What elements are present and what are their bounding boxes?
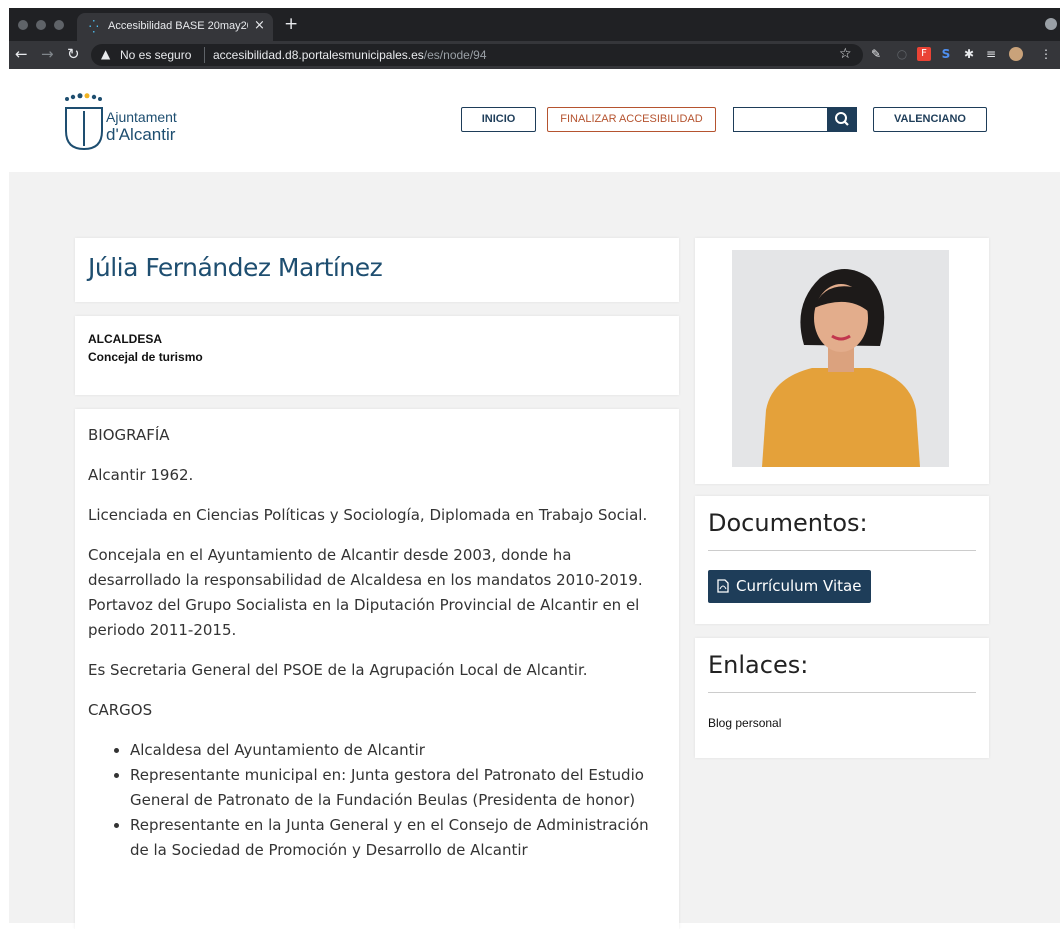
name-card: Júlia Fernández Martínez — [75, 238, 679, 302]
divider — [708, 550, 976, 551]
curriculum-vitae-button[interactable]: Currículum Vitae — [708, 570, 871, 603]
list-item: Representante municipal en: Junta gestor… — [130, 763, 658, 813]
inicio-button[interactable]: INICIO — [461, 107, 536, 132]
close-window-button[interactable] — [18, 20, 28, 30]
biography-heading: BIOGRAFÍA — [88, 426, 170, 444]
role-card: ALCALDESA Concejal de turismo — [75, 316, 679, 395]
documents-card: Documentos: Currículum Vitae — [695, 496, 989, 624]
warning-icon[interactable]: ▲ — [101, 47, 110, 61]
page-title: Júlia Fernández Martínez — [88, 253, 383, 282]
list-item: Representante en la Junta General y en e… — [130, 813, 658, 863]
flag-extension-icon[interactable]: F — [917, 47, 931, 61]
logo-line-1: Ajuntament — [106, 109, 177, 125]
biography-paragraph: Licenciada en Ciencias Políticas y Socio… — [88, 506, 648, 524]
biography-body: BIOGRAFÍA Alcantir 1962. Licenciada en C… — [88, 423, 658, 863]
avatar[interactable] — [1009, 47, 1023, 61]
reload-icon[interactable]: ↻ — [67, 45, 80, 63]
tab-bar: ⁛ Accesibilidad BASE 20may202 × + — [9, 8, 1060, 41]
url-text[interactable]: accesibilidad.d8.portalesmunicipales.es/… — [213, 48, 487, 62]
main-content: Júlia Fernández Martínez ALCALDESA Conce… — [9, 172, 1060, 929]
biography-paragraph: Concejala en el Ayuntamiento de Alcantir… — [88, 546, 643, 639]
cargos-list: Alcaldesa del Ayuntamiento de Alcantir R… — [88, 738, 658, 863]
menu-icon[interactable]: ⋮ — [1039, 47, 1053, 61]
role-text: ALCALDESA — [88, 332, 162, 346]
puzzle-extension-icon[interactable]: ✱ — [962, 47, 976, 61]
window-frame — [0, 0, 1060, 8]
links-card: Enlaces: Blog personal — [695, 638, 989, 758]
logo-line-2: d'Alcantir — [106, 125, 176, 144]
favicon-icon: ⁛ — [89, 20, 99, 34]
biography-paragraph: Es Secretaria General del PSOE de la Agr… — [88, 661, 588, 679]
tab-title: Accesibilidad BASE 20may202 — [108, 20, 248, 32]
position-text: Concejal de turismo — [88, 350, 203, 364]
pen-extension-icon[interactable]: ✎ — [869, 47, 883, 61]
s-extension-icon[interactable]: S — [939, 47, 953, 61]
address-divider — [204, 47, 205, 63]
maximize-window-button[interactable] — [54, 20, 64, 30]
blank-extension-icon[interactable]: ○ — [895, 47, 909, 61]
site-header: Ajuntament d'Alcantir INICIO FINALIZAR A… — [9, 69, 1060, 172]
browser-toolbar: ← → ↻ ▲ No es seguro accesibilidad.d8.po… — [9, 41, 1060, 69]
search-input[interactable] — [733, 107, 828, 132]
security-label[interactable]: No es seguro — [120, 48, 191, 62]
bookmark-star-icon[interactable]: ☆ — [839, 46, 852, 62]
blog-personal-link[interactable]: Blog personal — [708, 716, 781, 730]
list-item: Alcaldesa del Ayuntamiento de Alcantir — [130, 738, 658, 763]
curriculum-vitae-label: Currículum Vitae — [736, 577, 862, 595]
links-title: Enlaces: — [708, 651, 809, 679]
browser-tab[interactable]: ⁛ Accesibilidad BASE 20may202 × — [77, 13, 273, 41]
minimize-window-button[interactable] — [36, 20, 46, 30]
biography-paragraph: Alcantir 1962. — [88, 466, 194, 484]
new-tab-icon[interactable]: + — [284, 14, 298, 34]
photo-card — [695, 238, 989, 484]
language-button[interactable]: VALENCIANO — [873, 107, 987, 132]
search-icon — [835, 112, 849, 126]
profile-icon[interactable] — [1045, 18, 1057, 30]
divider — [708, 692, 976, 693]
address-bar[interactable]: ▲ No es seguro accesibilidad.d8.portales… — [91, 44, 863, 66]
municipality-logo[interactable]: Ajuntament d'Alcantir — [64, 93, 204, 153]
shield-icon — [65, 93, 103, 151]
url-host: accesibilidad.d8.portalesmunicipales.es — [213, 48, 424, 62]
forward-icon[interactable]: → — [41, 45, 54, 63]
finalizar-accesibilidad-button[interactable]: FINALIZAR ACCESIBILIDAD — [547, 107, 716, 132]
portrait-photo — [732, 250, 949, 467]
cargos-heading: CARGOS — [88, 701, 153, 719]
reading-list-icon[interactable]: ≡ — [984, 47, 998, 61]
url-path: /es/node/94 — [423, 48, 487, 62]
biography-card: BIOGRAFÍA Alcantir 1962. Licenciada en C… — [75, 409, 679, 929]
documents-title: Documentos: — [708, 509, 868, 537]
close-tab-icon[interactable]: × — [254, 18, 265, 33]
pdf-icon — [717, 579, 729, 593]
back-icon[interactable]: ← — [15, 45, 28, 63]
search-button[interactable] — [827, 107, 857, 132]
